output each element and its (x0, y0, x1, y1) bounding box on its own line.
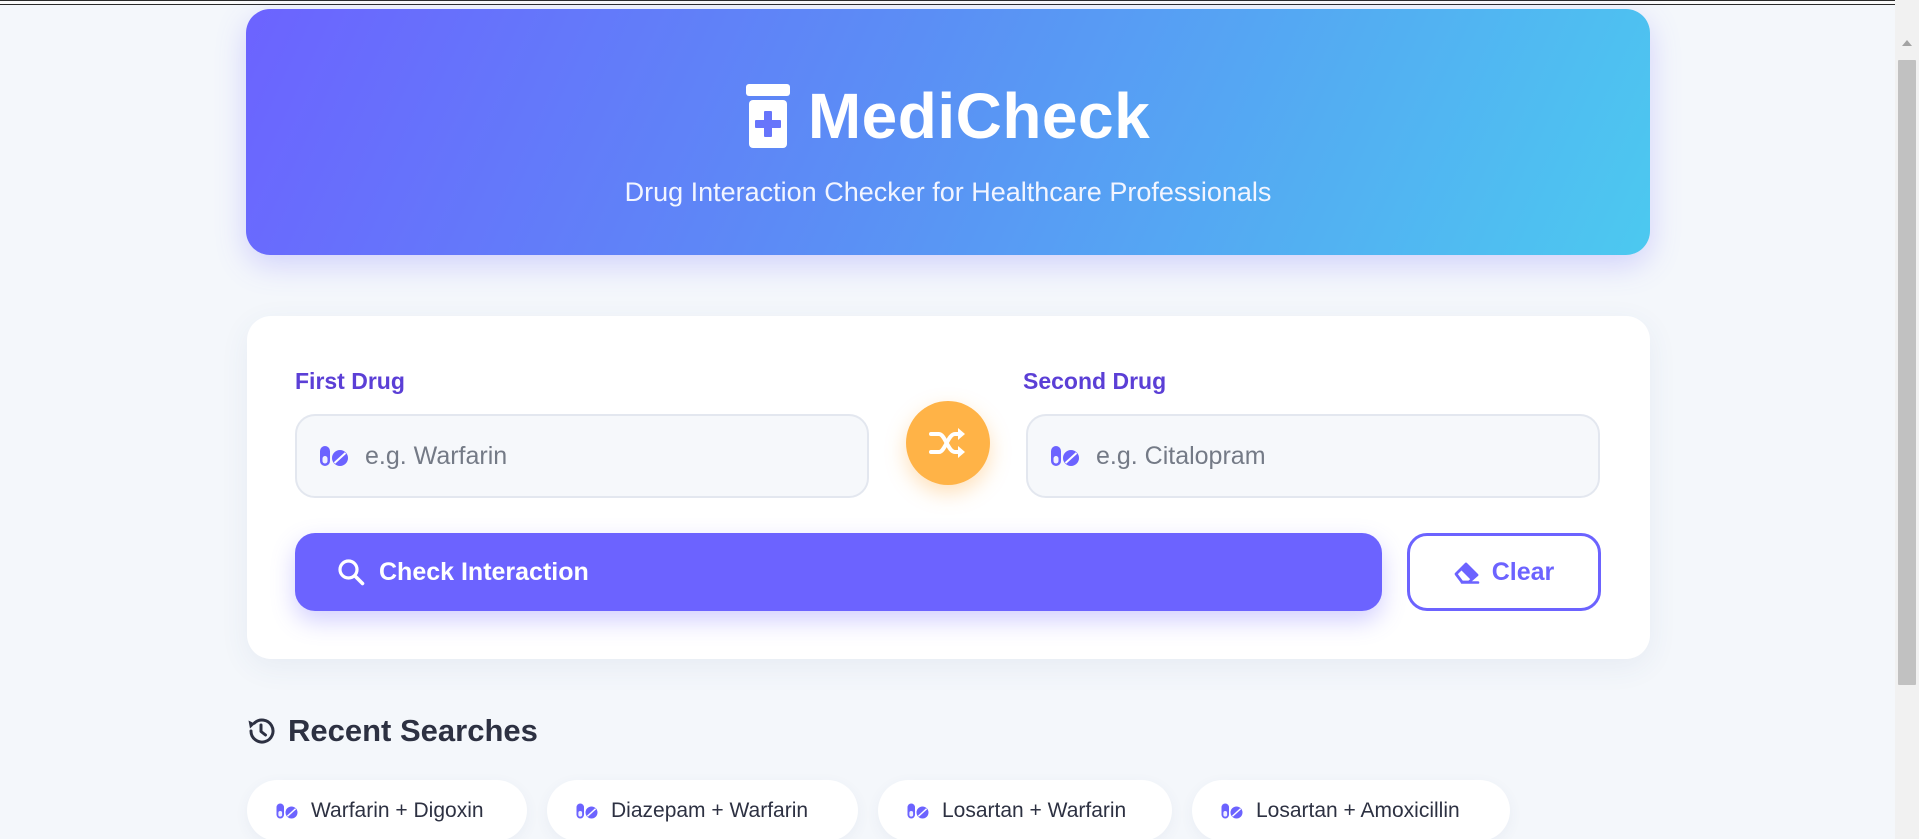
recent-search-item[interactable]: Warfarin + Digoxin (247, 780, 527, 839)
check-interaction-button[interactable]: Check Interaction (295, 533, 1382, 611)
scroll-up-arrow-icon[interactable] (1902, 40, 1912, 46)
first-drug-input[interactable] (365, 441, 845, 471)
first-drug-label: First Drug (295, 368, 405, 394)
brand: MediCheck (246, 79, 1650, 153)
pills-icon (1221, 803, 1243, 818)
scrollbar-thumb[interactable] (1898, 60, 1916, 685)
second-drug-label: Second Drug (1023, 368, 1167, 394)
vertical-scrollbar[interactable] (1895, 0, 1919, 839)
pills-icon (907, 803, 929, 818)
window-top-border (0, 0, 1919, 5)
app-subtitle: Drug Interaction Checker for Healthcare … (624, 177, 1272, 207)
pills-icon (276, 803, 298, 818)
pills-icon (1051, 446, 1079, 466)
recent-searches-list: Warfarin + Digoxin Diazepam + Warfarin L… (0, 780, 1919, 839)
recent-search-item[interactable]: Diazepam + Warfarin (547, 780, 858, 839)
eraser-icon (1454, 562, 1480, 584)
shuffle-icon (929, 428, 965, 458)
history-icon (248, 718, 275, 744)
app-title: MediCheck (807, 80, 1151, 152)
interaction-form-card: First Drug Second Drug (247, 316, 1650, 659)
swap-drugs-button[interactable] (906, 401, 990, 485)
recent-search-label: Losartan + Warfarin (942, 798, 1127, 822)
recent-search-label: Warfarin + Digoxin (311, 798, 484, 822)
recent-search-item[interactable]: Losartan + Warfarin (878, 780, 1172, 839)
recent-searches-heading: Recent Searches (246, 713, 538, 749)
clear-label: Clear (1491, 557, 1555, 586)
first-drug-field[interactable] (295, 414, 869, 498)
recent-search-label: Diazepam + Warfarin (611, 798, 809, 822)
clear-button[interactable]: Clear (1407, 533, 1601, 611)
pills-icon (320, 446, 348, 466)
header-banner: MediCheck Drug Interaction Checker for H… (246, 9, 1650, 255)
recent-searches-title: Recent Searches (288, 713, 538, 748)
pills-icon (576, 803, 598, 818)
recent-search-label: Losartan + Amoxicillin (1256, 798, 1460, 822)
second-drug-input[interactable] (1096, 441, 1576, 471)
second-drug-field[interactable] (1026, 414, 1600, 498)
recent-search-item[interactable]: Losartan + Amoxicillin (1192, 780, 1510, 839)
prescription-bottle-medical-icon (745, 84, 790, 148)
check-interaction-label: Check Interaction (379, 557, 589, 586)
search-icon (338, 559, 365, 586)
